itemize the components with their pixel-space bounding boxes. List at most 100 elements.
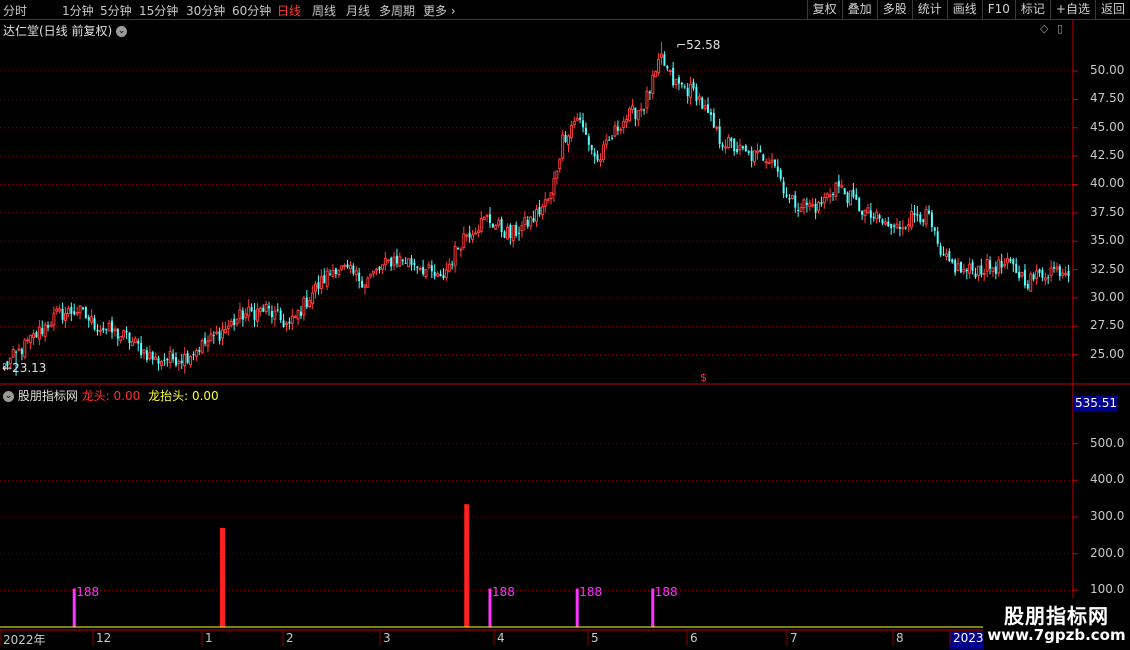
candle-body [122,330,126,338]
price-tick: 25.00 [1090,346,1125,361]
candle-body [630,105,634,111]
candle-body [476,230,480,234]
candle-body [282,320,285,327]
stats-button[interactable]: 统计 [911,0,947,19]
candle-body [584,127,587,135]
candle-body [825,193,829,198]
candle-body [395,255,398,264]
candle-body [895,223,899,229]
period-tab-daily[interactable]: 日线 [277,2,301,19]
candle-body [148,352,152,359]
candle-body [290,315,294,324]
candle-body [974,273,977,277]
candle-body [410,258,413,265]
time-tick: 8 [896,631,904,645]
candle-body [924,208,928,225]
price-tick: 32.50 [1090,261,1125,276]
candle-body [375,268,379,271]
candle-body [491,223,494,228]
candle-body [235,319,239,325]
current-value-badge: 535.51 [1073,396,1117,411]
period-tab-5min[interactable]: 5分钟 [100,2,132,19]
diamond-icon[interactable]: ◇ [1040,22,1048,35]
price-tick: 37.50 [1090,204,1125,219]
candle-body [354,270,358,276]
candle-body [535,209,538,222]
stock-title[interactable]: 达仁堂(日线 前复权) ⌄ [3,22,128,39]
candle-body [15,351,18,353]
candle-body [564,135,567,143]
candle-body [840,185,844,188]
candle-body [959,261,962,273]
f10-button[interactable]: F10 [981,0,1015,19]
period-tab-weekly[interactable]: 周线 [312,2,336,19]
candle-body [910,210,914,228]
candle-body [881,219,884,224]
candle-body [61,308,64,320]
chevron-down-icon[interactable]: ⌄ [116,26,128,37]
candle-body [505,226,509,240]
candle-body [255,308,259,322]
period-tab-30min[interactable]: 30分钟 [186,2,225,19]
candle-body [1020,271,1024,277]
candle-body [820,202,823,205]
candle-body [212,335,215,337]
period-tab-intraday[interactable]: 分时 [3,2,27,19]
candle-body [323,275,326,284]
period-tab-1min[interactable]: 1分钟 [62,2,94,19]
panel-toggle-icon[interactable]: ▯ [1057,22,1063,35]
candle-body [718,126,721,144]
multi-stock-button[interactable]: 多股 [876,0,912,19]
chart-area[interactable] [0,20,1130,650]
back-button[interactable]: 返回 [1094,0,1130,19]
period-tab-multi[interactable]: 多周期 [379,2,415,19]
candle-body [832,193,835,195]
candle-body [837,180,840,187]
bar-value-label: 188 [654,584,678,599]
draw-button[interactable]: 画线 [946,0,982,19]
candle-body [1005,258,1009,264]
period-tab-15min[interactable]: 15分钟 [139,2,178,19]
candle-body [439,273,442,277]
candle-body [543,199,547,207]
candle-body [142,349,146,354]
mark-button[interactable]: 标记 [1014,0,1050,19]
period-tab-more[interactable]: 更多 › [423,2,456,19]
candle-body [558,158,562,170]
candle-body [192,354,195,356]
candle-body [23,339,27,358]
candle-body [451,263,454,265]
candle-body [645,90,649,109]
price-tick: 40.00 [1090,176,1125,191]
candle-body [386,259,390,262]
candle-body [29,334,33,343]
price-tick: 45.00 [1090,119,1125,134]
dividend-marker[interactable]: $ [700,371,707,384]
candle-body [846,192,849,204]
period-tab-monthly[interactable]: 月线 [346,2,370,19]
candle-body [744,145,747,152]
candle-body [186,352,189,363]
candle-body [994,266,997,274]
candle-body [569,125,573,139]
candle-body [733,138,736,152]
candle-body [58,308,62,312]
period-tab-60min[interactable]: 60分钟 [232,2,271,19]
indicator-title[interactable]: ⌄ 股朋指标网 龙头: 0.00 龙抬头: 0.00 [3,387,219,404]
candle-body [954,259,957,273]
overlay-button[interactable]: 叠加 [841,0,877,19]
candle-body [264,303,268,312]
add-watchlist-button[interactable]: +自选 [1049,0,1095,19]
candle-body [962,268,966,273]
candle-body [601,144,605,161]
candle-body [703,105,707,110]
candle-body [875,211,879,220]
candle-body [137,340,140,344]
candle-body [273,310,277,320]
grid-lines [0,70,1078,591]
indicator-tick: 400.0 [1090,472,1125,487]
adjust-button[interactable]: 复权 [806,0,842,19]
chevron-down-icon[interactable]: ⌄ [3,391,14,402]
candle-body [1058,266,1061,277]
candle-body [215,331,219,335]
